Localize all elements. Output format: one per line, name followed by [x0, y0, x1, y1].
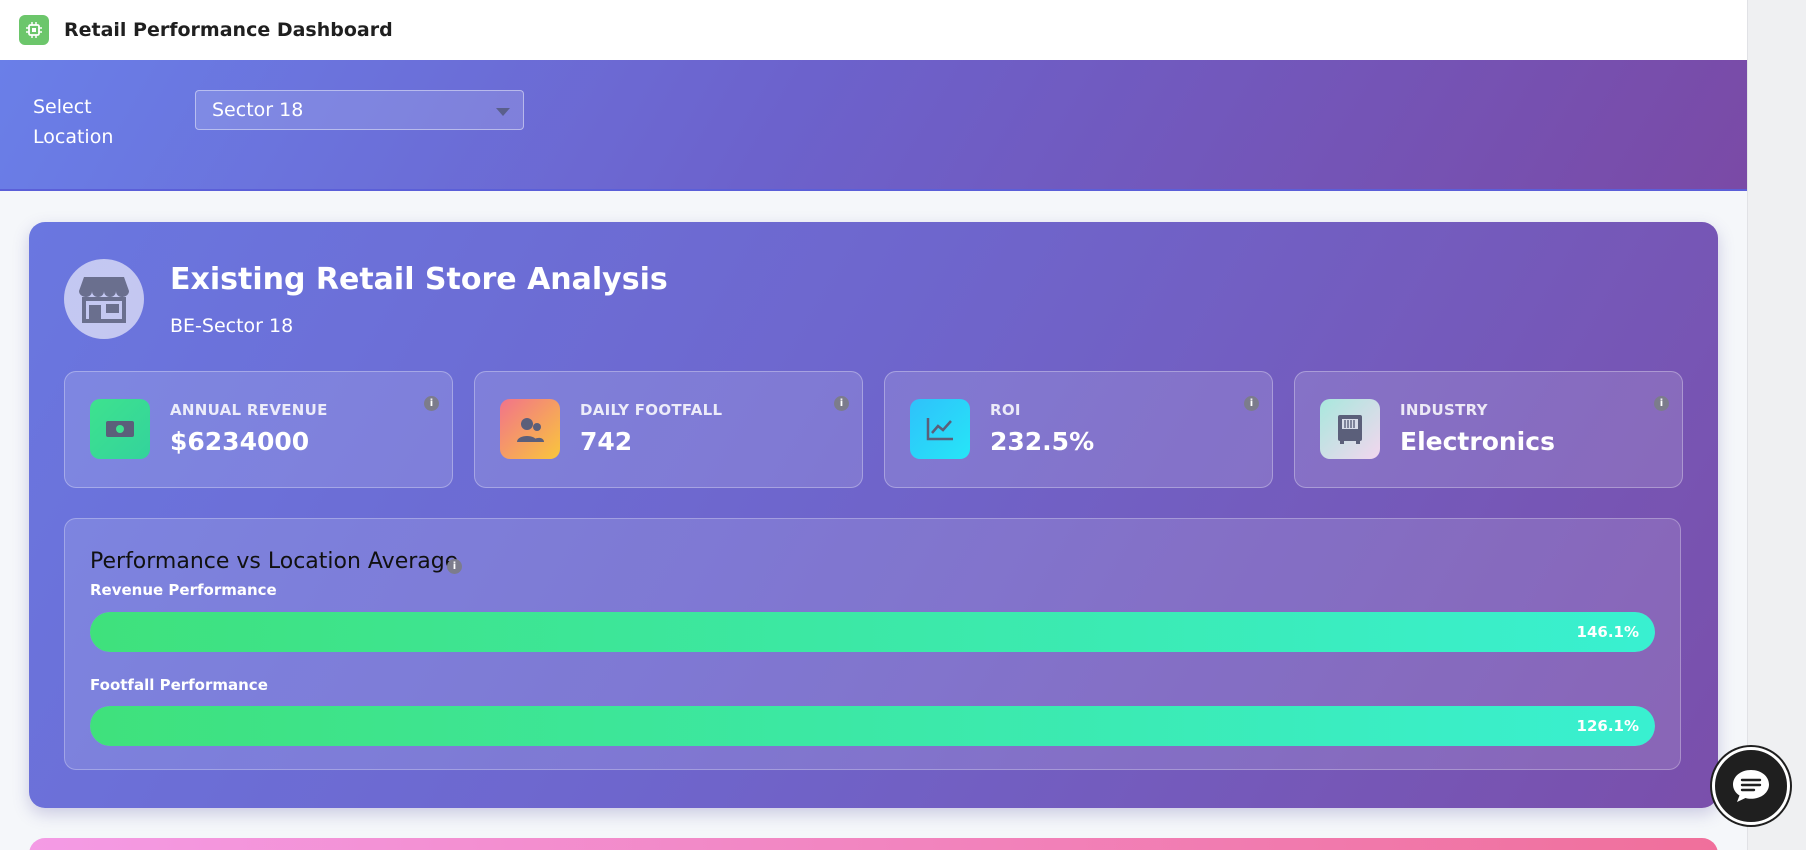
info-icon[interactable]: i: [424, 396, 439, 411]
bar-fill: 126.1%: [90, 706, 1655, 746]
info-icon[interactable]: i: [447, 559, 462, 574]
location-filter-bar: Select Location Sector 18: [0, 60, 1747, 191]
metric-value: 742: [580, 427, 633, 456]
metric-card-annual-revenue: ANNUAL REVENUE $6234000 i: [64, 371, 453, 488]
location-label: Select Location: [33, 96, 114, 148]
metric-value: $6234000: [170, 427, 310, 456]
info-icon[interactable]: i: [834, 396, 849, 411]
chat-button[interactable]: [1712, 747, 1790, 825]
revenue-performance-bar: 146.1%: [90, 612, 1655, 652]
bar-value: 126.1%: [1576, 717, 1639, 735]
metric-value: Electronics: [1400, 427, 1555, 456]
page-scrollbar[interactable]: [1747, 0, 1806, 850]
next-section-card: [29, 838, 1718, 850]
revenue-performance-label: Revenue Performance: [90, 581, 277, 599]
metric-card-daily-footfall: DAILY FOOTFALL 742 i: [474, 371, 863, 488]
app-header: Retail Performance Dashboard: [0, 0, 1747, 60]
performance-panel: Performance vs Location Average i Revenu…: [64, 518, 1681, 770]
metric-card-roi: ROI 232.5% i: [884, 371, 1273, 488]
location-selected-value: Sector 18: [212, 99, 304, 121]
metric-label: ROI: [990, 401, 1021, 419]
metric-value: 232.5%: [990, 427, 1095, 456]
footfall-performance-bar: 126.1%: [90, 706, 1655, 746]
footfall-performance-label: Footfall Performance: [90, 676, 268, 694]
chevron-down-icon: [496, 108, 510, 116]
metric-label: DAILY FOOTFALL: [580, 401, 723, 419]
money-icon: [90, 399, 150, 459]
store-icon: [64, 259, 144, 339]
performance-title: Performance vs Location Average: [90, 549, 459, 574]
users-icon: [500, 399, 560, 459]
metric-label: INDUSTRY: [1400, 401, 1488, 419]
analysis-title: Existing Retail Store Analysis: [170, 262, 668, 297]
store-analysis-card: Existing Retail Store Analysis BE-Sector…: [29, 222, 1718, 808]
bar-value: 146.1%: [1576, 623, 1639, 641]
metric-label: ANNUAL REVENUE: [170, 401, 328, 419]
chat-icon: [1733, 770, 1769, 802]
analysis-subtitle: BE-Sector 18: [170, 315, 294, 337]
metric-cards: ANNUAL REVENUE $6234000 i DAILY FOOTFALL…: [64, 371, 1683, 488]
chip-icon: [19, 15, 49, 45]
app-title: Retail Performance Dashboard: [64, 19, 393, 41]
location-select[interactable]: Sector 18: [195, 90, 524, 130]
metric-card-industry: INDUSTRY Electronics i: [1294, 371, 1683, 488]
appliance-icon: [1320, 399, 1380, 459]
bar-fill: 146.1%: [90, 612, 1655, 652]
info-icon[interactable]: i: [1244, 396, 1259, 411]
info-icon[interactable]: i: [1654, 396, 1669, 411]
chart-line-icon: [910, 399, 970, 459]
